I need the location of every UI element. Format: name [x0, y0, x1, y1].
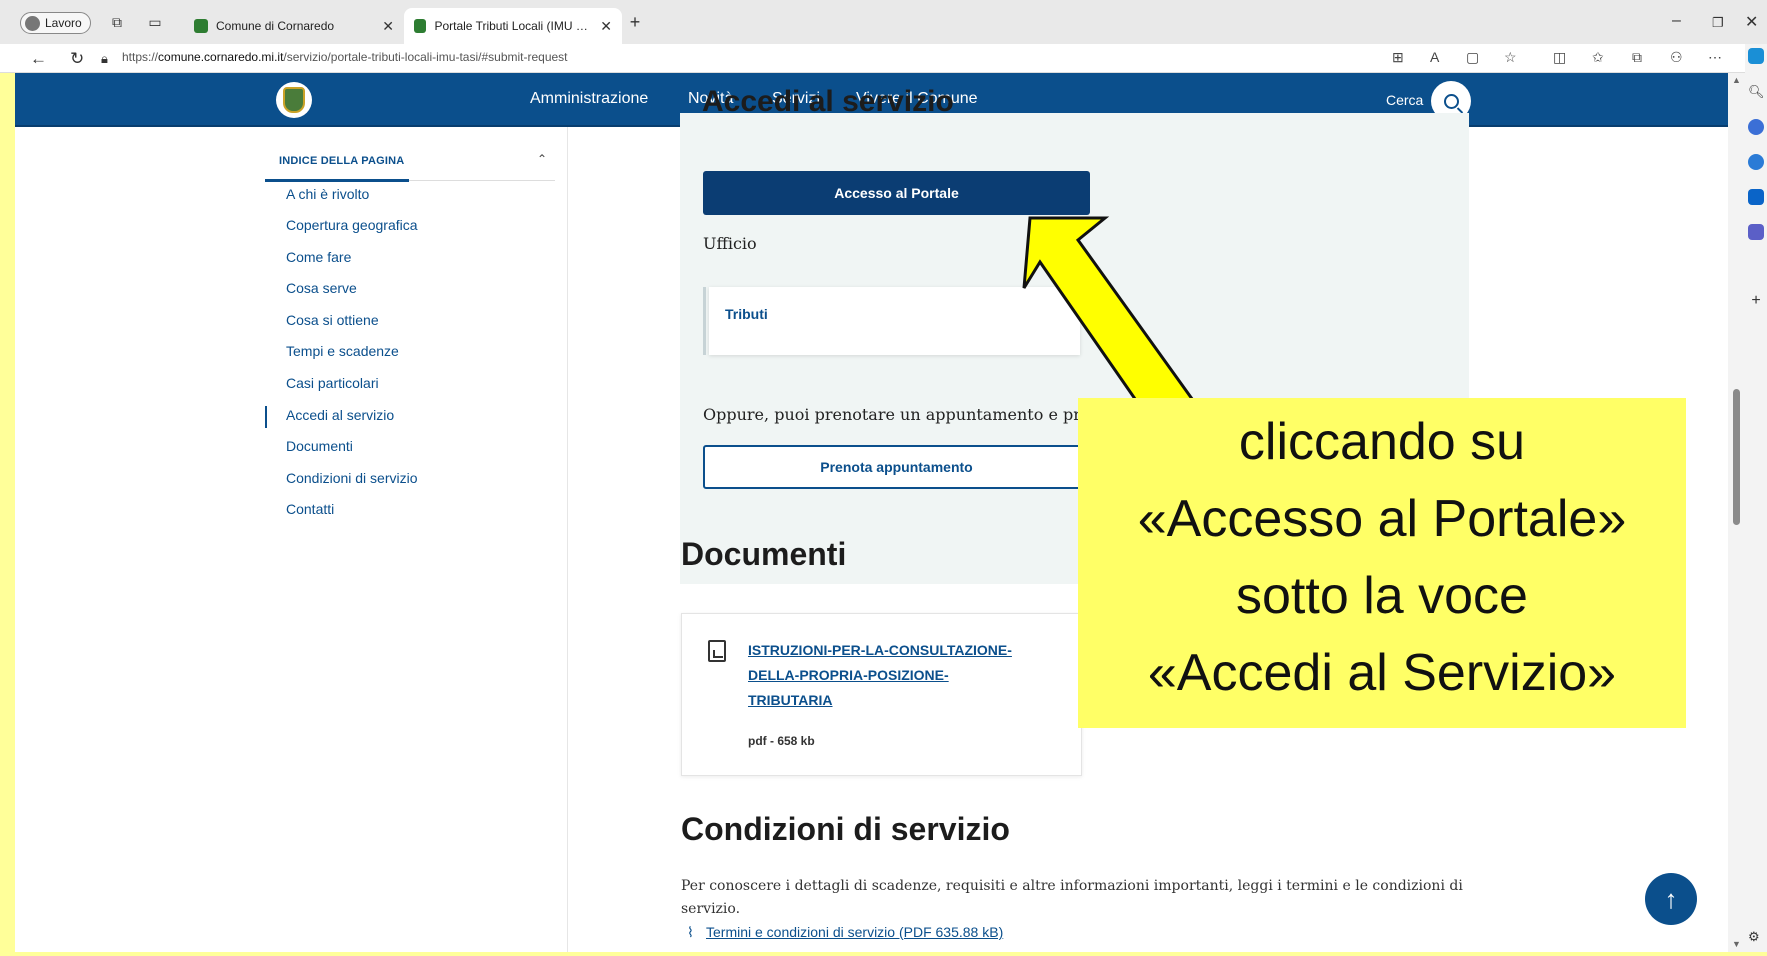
callout-line-2: «Accesso al Portale»: [1137, 490, 1627, 548]
highlight-border-left: [0, 73, 15, 956]
annotation-callout: cliccando su «Accesso al Portale» sotto …: [1078, 398, 1686, 728]
browser-window: Lavoro ⧉ ▭ Comune di Cornaredo ✕ Portale…: [0, 0, 1767, 956]
callout-line-4: «Accedi al Servizio»: [1147, 644, 1617, 702]
highlight-border-bottom: [0, 952, 1767, 956]
callout-line-1: cliccando su: [1238, 413, 1526, 471]
callout-line-3: sotto la voce: [1236, 567, 1528, 625]
